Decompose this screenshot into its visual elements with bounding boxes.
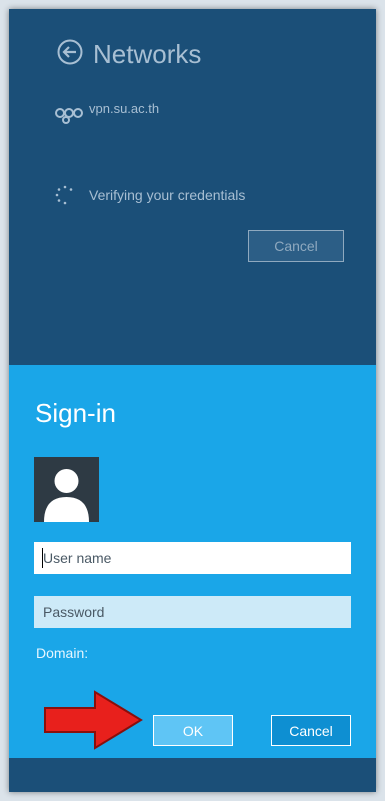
vpn-network-icon xyxy=(55,108,83,124)
cancel-button[interactable]: Cancel xyxy=(271,715,351,746)
cancel-connection-button[interactable]: Cancel xyxy=(248,230,344,262)
networks-pane: Networks vpn.su.ac.th Verifying your cre… xyxy=(9,9,376,365)
text-cursor xyxy=(42,548,43,568)
red-arrow-icon xyxy=(44,690,143,750)
domain-label: Domain: xyxy=(36,645,89,661)
username-input[interactable] xyxy=(34,542,351,574)
back-arrow-circle-icon[interactable] xyxy=(57,39,83,65)
signin-title: Sign-in xyxy=(35,398,116,428)
status-text: Verifying your credentials xyxy=(89,187,246,203)
password-input[interactable] xyxy=(34,596,351,628)
network-flyout: Networks vpn.su.ac.th Verifying your cre… xyxy=(9,9,376,792)
connection-name: vpn.su.ac.th xyxy=(89,101,160,116)
loading-spinner-icon xyxy=(55,185,73,205)
user-avatar-icon xyxy=(34,457,99,522)
ok-button[interactable]: OK xyxy=(153,715,233,746)
bottom-bar xyxy=(9,758,376,792)
page-title: Networks xyxy=(93,39,202,69)
